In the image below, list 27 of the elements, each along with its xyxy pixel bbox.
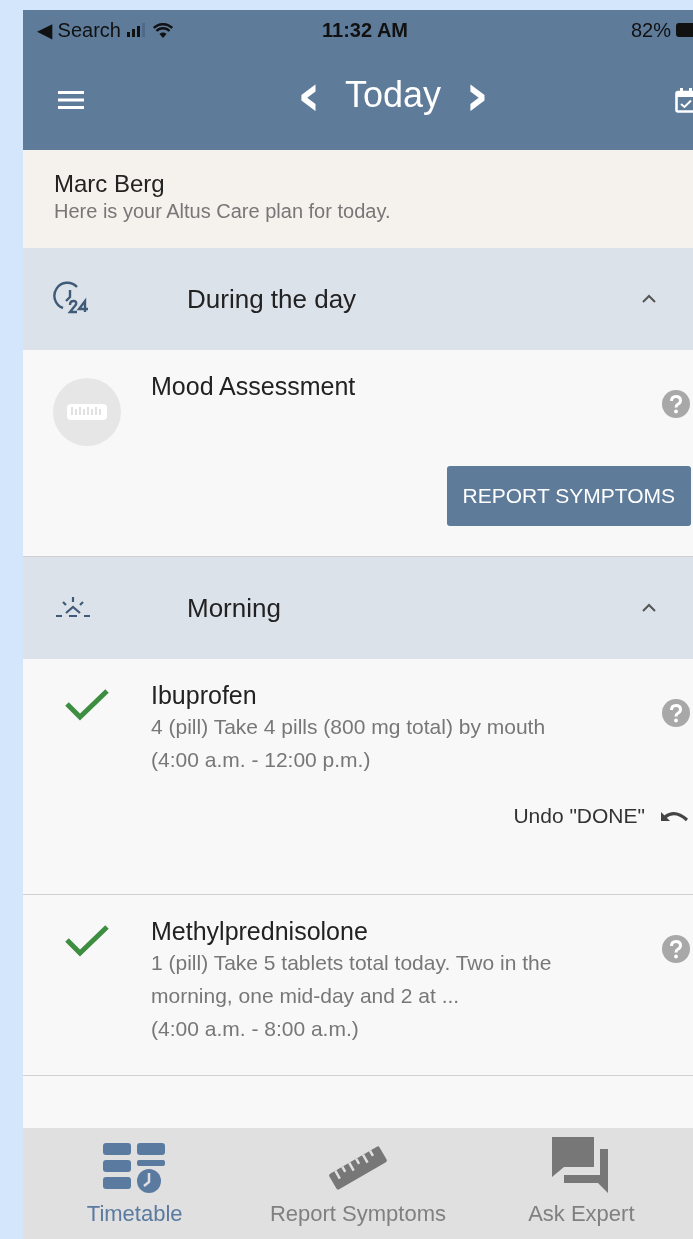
previous-day-button[interactable]: ‹ <box>293 75 325 115</box>
back-label[interactable]: ◀ Search <box>37 18 121 42</box>
tab[interactable]: Timetable <box>23 1128 247 1239</box>
section-header[interactable]: During the day <box>23 248 693 350</box>
item-detail: (4:00 a.m. - 8:00 a.m.) <box>151 1016 360 1042</box>
item-title: Ibuprofen <box>151 681 258 710</box>
tab[interactable]: Report Symptoms <box>246 1128 470 1239</box>
section-title: During the day <box>187 283 358 315</box>
item-detail: 4 (pill) Take 4 pills (800 mg total) by mouth <box>151 714 547 740</box>
tab-label: Ask Expert <box>528 1201 635 1227</box>
undo-button[interactable]: Undo "DONE" <box>513 804 645 828</box>
plan-message: Here is your Altus Care plan for today. <box>54 200 392 223</box>
item-detail: 1 (pill) Take 5 tablets total today. Two in the morning, one mid-day and 2 at ... <box>151 950 553 1009</box>
report-symptoms-button[interactable]: REPORT SYMPTOMS <box>446 466 691 526</box>
date-title: Today <box>344 74 441 116</box>
user-name: Marc Berg <box>54 170 166 198</box>
tab[interactable]: Ask Expert <box>469 1128 693 1239</box>
section-header[interactable]: Morning <box>23 557 693 659</box>
next-day-button[interactable]: › <box>461 75 493 115</box>
battery-percent: 82% <box>630 18 671 42</box>
item-title: Methylprednisolone <box>151 917 369 946</box>
tab-label: Report Symptoms <box>269 1201 446 1227</box>
tab-label: Timetable <box>86 1201 183 1227</box>
status-time: 11:32 AM <box>322 18 408 42</box>
item-detail: (4:00 a.m. - 12:00 p.m.) <box>151 747 372 773</box>
section-title: Morning <box>187 592 282 624</box>
item-title: Mood Assessment <box>151 372 357 401</box>
